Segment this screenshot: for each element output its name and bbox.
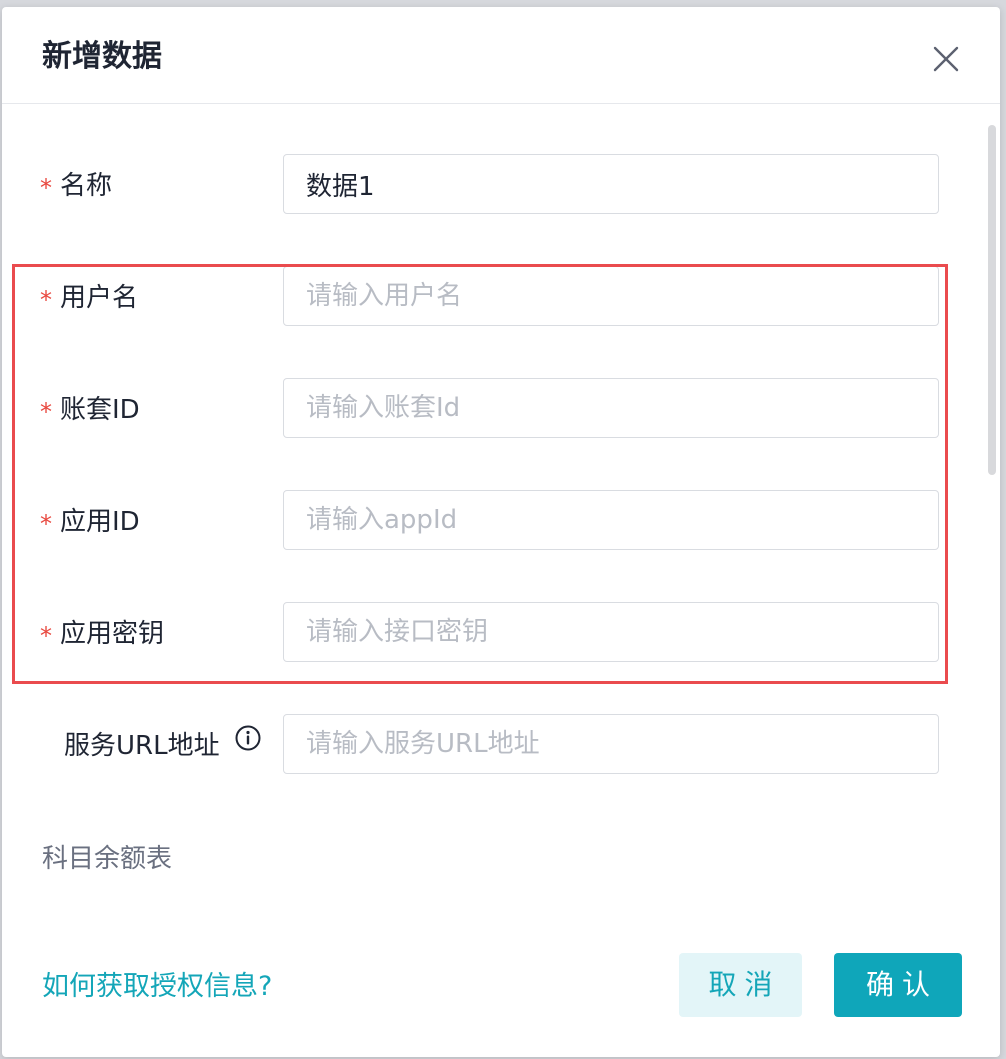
required-mark: * [40,286,52,314]
confirm-button[interactable]: 确认 [834,953,962,1017]
required-mark: * [40,622,52,650]
name-input[interactable] [283,154,939,214]
info-icon[interactable] [234,712,262,776]
dialog-header: 新增数据 [2,7,1000,104]
dialog-title: 新增数据 [42,39,162,74]
service-url-label-text: 服务URL地址 [64,731,220,761]
app-id-input[interactable] [283,490,939,550]
app-secret-label-text: 应用密钥 [60,619,165,649]
username-label: * 用户名 [40,266,138,330]
app-secret-input[interactable] [283,602,939,662]
close-icon[interactable] [930,43,962,75]
form-row-name: * 名称 [2,154,1000,218]
name-label: * 名称 [40,154,112,218]
form-row-username: * 用户名 [2,266,1000,330]
form-row-account-id: * 账套ID [2,378,1000,442]
cancel-button[interactable]: 取消 [679,953,802,1017]
account-id-label: * 账套ID [40,378,140,442]
service-url-label: 服务URL地址 [64,714,262,778]
app-id-label-text: 应用ID [60,507,140,537]
add-data-dialog: 新增数据 * 名称 * 用户名 * 账套ID * 应用ID * 应用密钥 服务URL地址 [2,7,1000,1057]
form-row-app-secret: * 应用密钥 [2,602,1000,666]
form-row-service-url: 服务URL地址 [2,714,1000,778]
username-label-text: 用户名 [60,283,139,313]
app-id-label: * 应用ID [40,490,140,554]
account-id-input[interactable] [283,378,939,438]
username-input[interactable] [283,266,939,326]
section-title: 科目余额表 [42,844,173,874]
account-id-label-text: 账套ID [60,395,140,425]
required-mark: * [40,398,52,426]
required-mark: * [40,510,52,538]
required-mark: * [40,174,52,202]
form-row-app-id: * 应用ID [2,490,1000,554]
service-url-input[interactable] [283,714,939,774]
name-label-text: 名称 [60,171,113,201]
app-secret-label: * 应用密钥 [40,602,164,666]
help-link[interactable]: 如何获取授权信息? [42,969,272,1005]
